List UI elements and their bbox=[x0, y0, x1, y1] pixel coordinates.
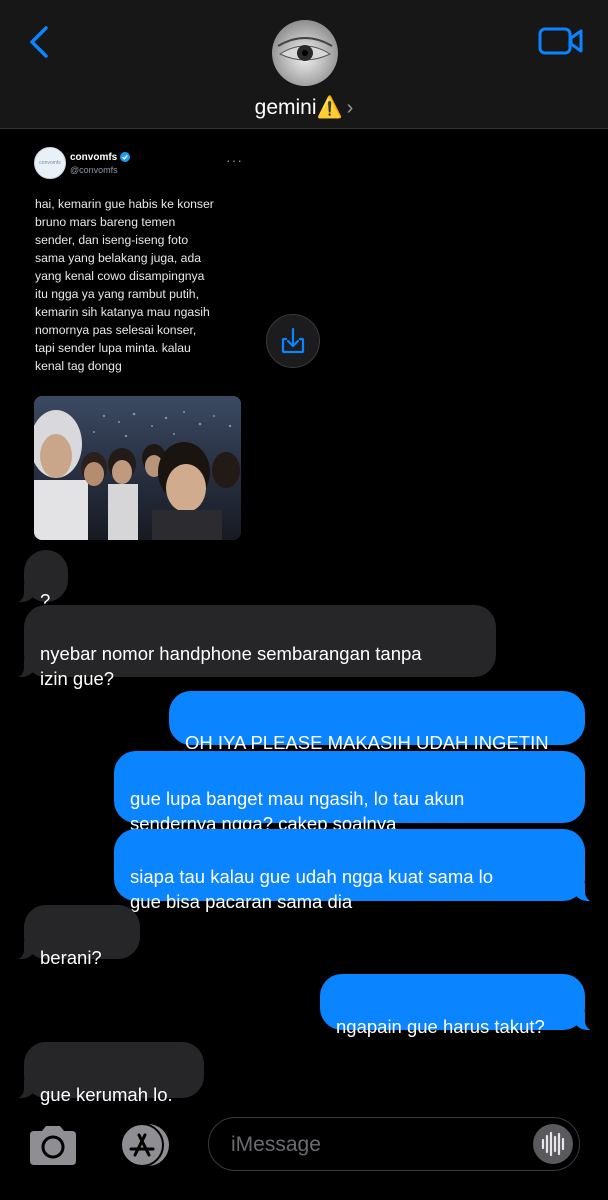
more-options-icon: ··· bbox=[226, 152, 243, 168]
message-text: siapa tau kalau gue udah ngga kuat sama … bbox=[130, 866, 494, 912]
audio-waveform-icon[interactable] bbox=[533, 1124, 573, 1164]
tweet-text: hai, kemarin gue habis ke konser bruno m… bbox=[35, 197, 214, 373]
chevron-left-icon[interactable] bbox=[22, 22, 62, 62]
message-text: OH IYA PLEASE MAKASIH UDAH INGETIN bbox=[185, 732, 549, 753]
message-bubble-outgoing[interactable]: ngapain gue harus takut? bbox=[320, 974, 597, 1037]
camera-icon[interactable] bbox=[26, 1123, 80, 1167]
chevron-right-icon: › bbox=[346, 97, 354, 119]
contact-name-label: gemini⚠️ bbox=[254, 96, 343, 119]
message-text: gue kerumah lo. bbox=[40, 1084, 173, 1105]
message-bubble-outgoing[interactable]: gue lupa banget mau ngasih, lo tau akun … bbox=[114, 751, 585, 834]
message-bubble-incoming[interactable]: nyebar nomor handphone sembarangan tanpa… bbox=[12, 605, 496, 689]
imessage-field[interactable] bbox=[229, 1130, 523, 1160]
tweet-handle: @convomfs bbox=[70, 165, 118, 175]
tweet-avatar: convomfs bbox=[34, 147, 66, 179]
message-text: nyebar nomor handphone sembarangan tanpa… bbox=[40, 643, 422, 689]
message-bubble-incoming[interactable]: berani? bbox=[12, 905, 140, 968]
message-input[interactable] bbox=[208, 1117, 580, 1171]
message-bubble-incoming[interactable]: gue kerumah lo. bbox=[12, 1042, 204, 1105]
message-text: gue lupa banget mau ngasih, lo tau akun … bbox=[130, 788, 465, 834]
app-store-icon[interactable] bbox=[114, 1122, 172, 1168]
contact-name[interactable]: gemini⚠️ › bbox=[0, 96, 608, 120]
message-text: berani? bbox=[40, 947, 102, 968]
tweet-photo bbox=[34, 396, 241, 540]
download-icon bbox=[281, 327, 305, 354]
video-camera-icon[interactable] bbox=[538, 26, 584, 56]
message-text: ngapain gue harus takut? bbox=[336, 1016, 545, 1037]
message-bubble-outgoing[interactable]: OH IYA PLEASE MAKASIH UDAH INGETIN bbox=[169, 691, 585, 753]
avatar[interactable] bbox=[272, 20, 338, 86]
save-image-button[interactable] bbox=[266, 314, 320, 368]
message-bubble-outgoing[interactable]: siapa tau kalau gue udah ngga kuat sama … bbox=[114, 829, 597, 912]
conversation-header: gemini⚠️ › bbox=[0, 0, 608, 129]
message-bubble-incoming[interactable]: ? bbox=[12, 550, 68, 611]
verified-badge-icon bbox=[120, 152, 130, 162]
tweet-screenshot[interactable]: convomfs convomfs @convomfs ··· hai, kem… bbox=[22, 138, 252, 546]
tweet-account-name: convomfs bbox=[70, 152, 118, 163]
